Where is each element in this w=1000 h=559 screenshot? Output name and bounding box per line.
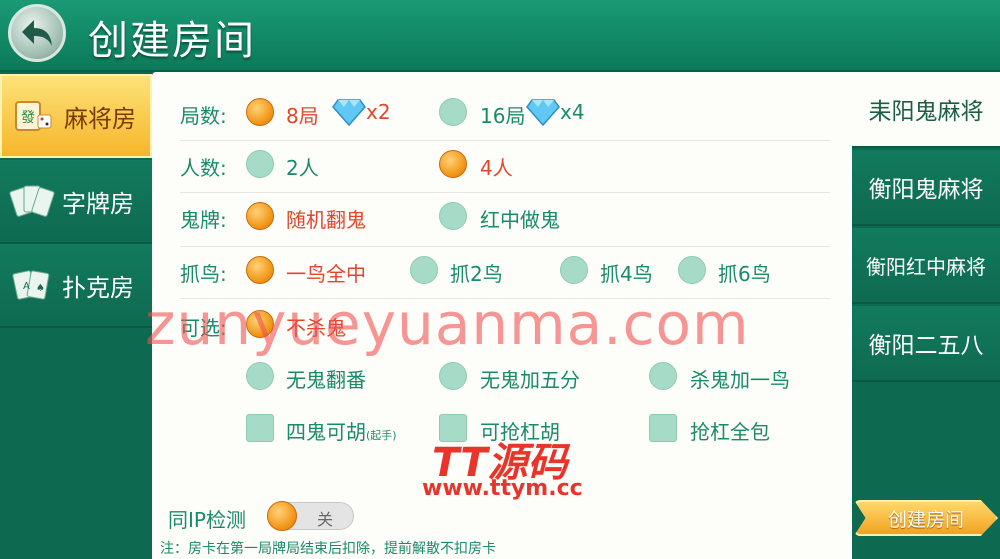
bird-all-radio[interactable] [246, 256, 274, 284]
no-ghost-plus-five-radio[interactable] [439, 362, 467, 390]
mahjong-tile-icon: 發 [10, 96, 58, 136]
rounds-8-label: 8局 [286, 104, 319, 128]
ghost-hongzhong-label: 红中做鬼 [480, 208, 560, 232]
watermark-url: www.ttym.cc [422, 476, 583, 501]
svg-text:A: A [23, 281, 30, 292]
sidebar-item-poker[interactable]: A ♠ 扑克房 [0, 244, 152, 328]
ghost-random-label: 随机翻鬼 [286, 208, 366, 232]
rob-kong-all-pay-checkbox[interactable] [649, 414, 677, 442]
bird-6-label: 抓6鸟 [718, 262, 771, 286]
diamond-icon [332, 99, 366, 126]
players-2-radio[interactable] [246, 150, 274, 178]
game-type-sidebar: 耒阳鬼麻将 衡阳鬼麻将 衡阳红中麻将 衡阳二五八 创建房间 [852, 72, 1000, 559]
no-ghost-double-label: 无鬼翻番 [286, 368, 366, 392]
watermark-site: zunyueyuanma.com [145, 290, 750, 358]
bird-2-label: 抓2鸟 [450, 262, 503, 286]
divider [180, 140, 830, 141]
sidebar-item-mahjong[interactable]: 發 麻将房 [0, 74, 152, 158]
toggle-knob [267, 501, 297, 531]
svg-text:發: 發 [21, 110, 35, 126]
create-room-button[interactable]: 创建房间 [854, 500, 998, 536]
bird-all-label: 一鸟全中 [286, 262, 366, 286]
back-arrow-icon [22, 20, 52, 46]
tab-hengyang-hongzhong-mahjong[interactable]: 衡阳红中麻将 [852, 228, 1000, 304]
rounds-label: 局数: [180, 104, 227, 128]
players-4-radio[interactable] [439, 150, 467, 178]
ghost-label: 鬼牌: [180, 208, 227, 232]
no-ghost-double-radio[interactable] [246, 362, 274, 390]
kill-ghost-plus-bird-label: 杀鬼加一鸟 [690, 368, 790, 392]
four-ghost-win-text: 四鬼可胡 [286, 420, 366, 444]
rounds-8-cost: x2 [366, 100, 391, 124]
header-bar: 创建房间 [0, 0, 1000, 72]
ghost-hongzhong-radio[interactable] [439, 202, 467, 230]
tab-hengyang-258[interactable]: 衡阳二五八 [852, 306, 1000, 382]
ip-check-toggle[interactable]: 关 [267, 501, 354, 531]
sidebar-item-label: 字牌房 [62, 189, 134, 218]
players-label: 人数: [180, 156, 227, 180]
bird-2-radio[interactable] [410, 256, 438, 284]
tab-leiyang-ghost-mahjong[interactable]: 耒阳鬼麻将 [852, 72, 1000, 148]
svg-text:♠: ♠ [36, 283, 45, 294]
bird-label: 抓鸟: [180, 262, 227, 286]
poker-cards-icon: A ♠ [8, 265, 56, 305]
no-ghost-plus-five-label: 无鬼加五分 [480, 368, 580, 392]
kill-ghost-plus-bird-radio[interactable] [649, 362, 677, 390]
bird-4-radio[interactable] [560, 256, 588, 284]
rounds-16-radio[interactable] [439, 98, 467, 126]
four-ghost-win-label: 四鬼可胡(起手) [286, 416, 397, 445]
word-cards-icon [8, 181, 56, 221]
bird-6-radio[interactable] [678, 256, 706, 284]
sidebar-item-label: 麻将房 [64, 104, 136, 133]
players-4-label: 4人 [480, 156, 513, 180]
ghost-random-radio[interactable] [246, 202, 274, 230]
divider [180, 246, 830, 247]
ip-check-label: 同IP检测 [168, 508, 246, 532]
room-type-sidebar: 發 麻将房 字牌房 A ♠ 扑克房 [0, 72, 152, 559]
players-2-label: 2人 [286, 156, 319, 180]
toggle-state: 关 [317, 510, 334, 529]
rounds-16-label: 16局 [480, 104, 526, 128]
diamond-icon [526, 99, 560, 126]
divider [180, 192, 830, 193]
rob-kong-all-pay-label: 抢杠全包 [690, 420, 770, 444]
back-button[interactable] [8, 4, 66, 62]
tab-hengyang-ghost-mahjong[interactable]: 衡阳鬼麻将 [852, 150, 1000, 226]
sidebar-item-label: 扑克房 [62, 273, 134, 302]
sidebar-item-word-cards[interactable]: 字牌房 [0, 160, 152, 244]
four-ghost-win-sub: (起手) [366, 429, 397, 442]
rounds-8-radio[interactable] [246, 98, 274, 126]
four-ghost-win-checkbox[interactable] [246, 414, 274, 442]
room-card-note: 注：房卡在第一局牌局结束后扣除，提前解散不扣房卡 [160, 541, 496, 557]
bird-4-label: 抓4鸟 [600, 262, 653, 286]
page-title: 创建房间 [88, 18, 256, 64]
rounds-16-cost: x4 [560, 100, 585, 124]
